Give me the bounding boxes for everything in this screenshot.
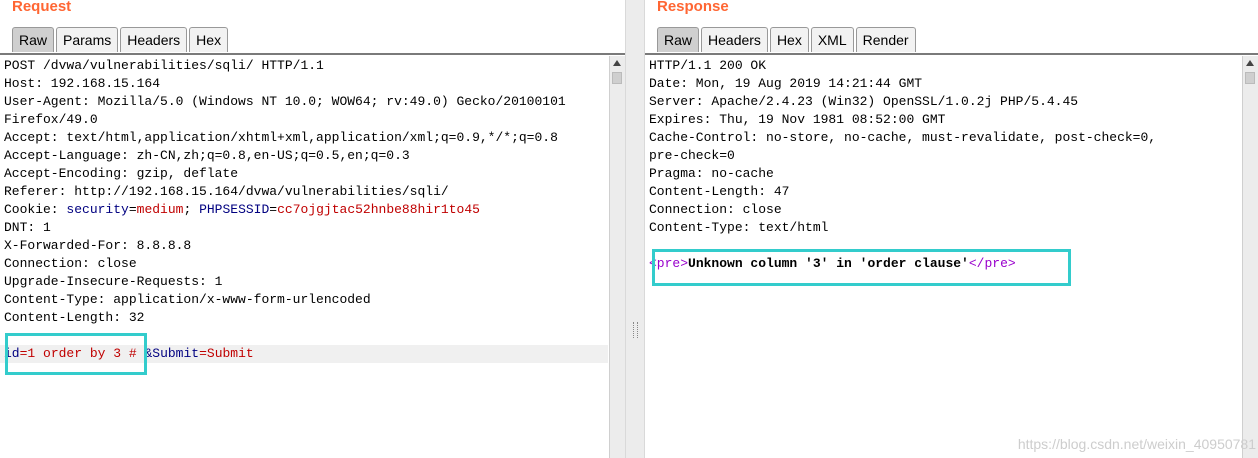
response-line: Content-Type: text/html (649, 220, 829, 235)
request-line: Host: 192.168.15.164 (4, 76, 161, 91)
request-editor[interactable]: POST /dvwa/vulnerabilities/sqli/ HTTP/1.… (0, 56, 608, 458)
cookie-security-key: security (66, 202, 129, 217)
split-divider[interactable] (625, 0, 645, 458)
response-tab-xml[interactable]: XML (810, 27, 854, 52)
response-tab-underline (645, 53, 1258, 55)
request-line: Content-Length: 32 (4, 310, 145, 325)
response-line: Date: Mon, 19 Aug 2019 14:21:44 GMT (649, 76, 923, 91)
response-line: Server: Apache/2.4.23 (Win32) OpenSSL/1.… (649, 94, 1079, 109)
response-tab-headers[interactable]: Headers (701, 27, 768, 52)
response-line: Pragma: no-cache (649, 166, 774, 181)
request-title: Request (12, 0, 72, 15)
response-tab-hex[interactable]: Hex (769, 27, 809, 52)
request-line: Accept-Language: zh-CN,zh;q=0.8,en-US;q=… (4, 148, 410, 163)
request-tab-underline (0, 53, 625, 55)
request-line: DNT: 1 (4, 220, 51, 235)
request-line: Firefox/49.0 (4, 112, 98, 127)
response-line: Connection: close (649, 202, 782, 217)
request-line: Referer: http://192.168.15.164/dvwa/vuln… (4, 184, 449, 199)
request-tab-hex[interactable]: Hex (189, 27, 229, 52)
response-tab-raw[interactable]: Raw (657, 27, 700, 52)
cookie-prefix: Cookie: (4, 202, 67, 217)
request-line: Connection: close (4, 256, 137, 271)
request-tab-raw[interactable]: Raw (12, 27, 55, 52)
scroll-up-arrow-icon[interactable] (613, 60, 621, 66)
request-scrollbar[interactable] (609, 56, 625, 458)
response-line: Expires: Thu, 19 Nov 1981 08:52:00 GMT (649, 112, 946, 127)
response-line: HTTP/1.1 200 OK (649, 58, 767, 73)
request-line: POST /dvwa/vulnerabilities/sqli/ HTTP/1.… (4, 58, 324, 73)
cookie-separator: ; (183, 202, 200, 217)
scroll-thumb[interactable] (1245, 72, 1255, 84)
error-highlight-box (652, 249, 1071, 286)
divider-grip-icon[interactable] (633, 322, 638, 338)
request-line: Content-Type: application/x-www-form-url… (4, 292, 371, 307)
request-tab-headers[interactable]: Headers (120, 27, 188, 52)
response-tabs: Raw Headers Hex XML Render (657, 27, 918, 53)
response-line: Content-Length: 47 (649, 184, 790, 199)
scroll-up-arrow-icon[interactable] (1246, 60, 1254, 66)
cookie-line: Cookie: security=medium; PHPSESSID=cc7oj… (4, 202, 480, 217)
request-tabs: Raw Params Headers Hex (12, 27, 230, 53)
cookie-session-value: cc7ojgjtac52hnbe88hir1to45 (277, 202, 480, 217)
response-pane: Response Raw Headers Hex XML Render HTTP… (645, 0, 1258, 458)
request-line: X-Forwarded-For: 8.8.8.8 (4, 238, 192, 253)
scroll-thumb[interactable] (612, 72, 622, 84)
request-line: Upgrade-Insecure-Requests: 1 (4, 274, 223, 289)
watermark: https://blog.csdn.net/weixin_40950781 (1017, 436, 1256, 452)
request-line: User-Agent: Mozilla/5.0 (Windows NT 10.0… (4, 94, 566, 109)
request-line: Accept: text/html,application/xhtml+xml,… (4, 130, 558, 145)
request-pane: Request Raw Params Headers Hex POST /dvw… (0, 0, 625, 458)
body-submit-key: Submit (152, 346, 200, 361)
request-tab-params[interactable]: Params (56, 27, 119, 52)
response-line: pre-check=0 (649, 148, 735, 163)
body-eq: = (199, 346, 207, 361)
response-line: Cache-Control: no-store, no-cache, must-… (649, 130, 1157, 145)
response-title: Response (657, 0, 729, 15)
request-line: Accept-Encoding: gzip, deflate (4, 166, 239, 181)
body-submit-value: Submit (206, 346, 254, 361)
payload-highlight-box (5, 333, 147, 375)
cookie-session-key: PHPSESSID (199, 202, 270, 217)
response-scrollbar[interactable] (1242, 56, 1258, 458)
response-tab-render[interactable]: Render (855, 27, 916, 52)
cookie-security-value: medium (136, 202, 184, 217)
